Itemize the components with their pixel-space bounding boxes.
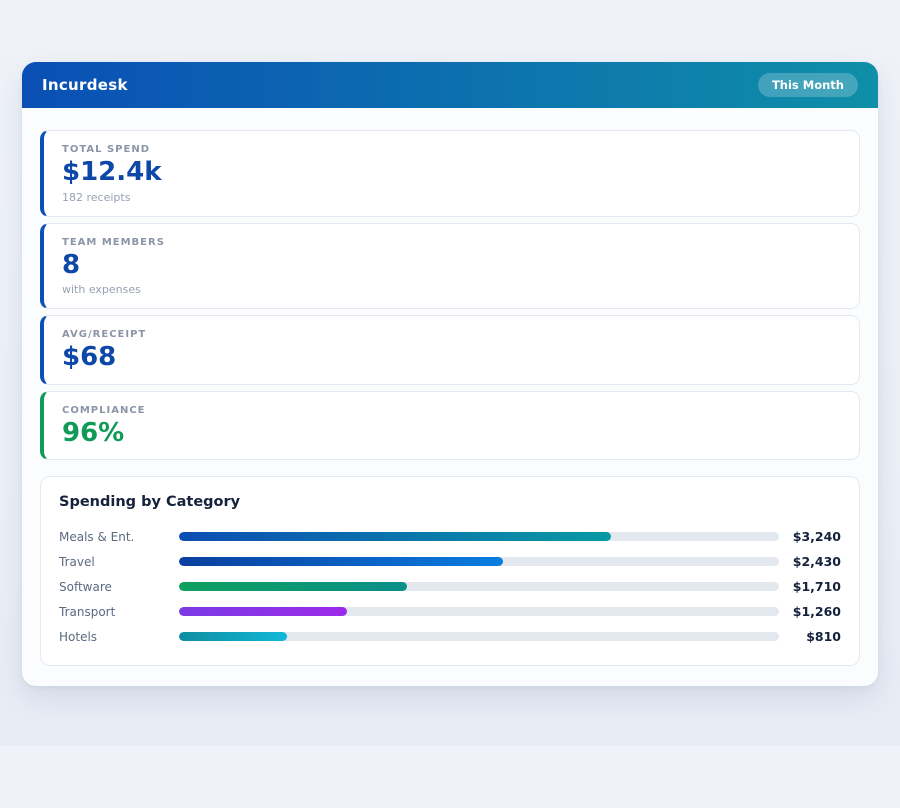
category-value: $3,240 xyxy=(779,529,841,544)
chart-row-travel: Travel $2,430 xyxy=(59,549,841,574)
category-label: Travel xyxy=(59,555,179,569)
stat-label: TOTAL SPEND xyxy=(62,144,841,155)
bar-track xyxy=(179,582,779,591)
stat-label: TEAM MEMBERS xyxy=(62,237,841,248)
app-header: Incurdesk This Month xyxy=(22,62,878,108)
category-label: Hotels xyxy=(59,630,179,644)
chart-row-hotels: Hotels $810 xyxy=(59,624,841,649)
bar-fill xyxy=(179,557,503,566)
stat-value: 96% xyxy=(62,419,841,448)
bar-fill xyxy=(179,582,407,591)
stat-label: COMPLIANCE xyxy=(62,405,841,416)
stat-value: 8 xyxy=(62,251,841,280)
category-value: $1,710 xyxy=(779,579,841,594)
category-label: Software xyxy=(59,580,179,594)
bar-track xyxy=(179,532,779,541)
bar-track xyxy=(179,632,779,641)
dashboard-card: Incurdesk This Month TOTAL SPEND $12.4k … xyxy=(22,62,878,686)
bar-fill xyxy=(179,607,347,616)
bar-fill xyxy=(179,632,287,641)
bar-track xyxy=(179,607,779,616)
stat-value: $68 xyxy=(62,343,841,372)
stat-subtext: with expenses xyxy=(62,283,841,296)
category-value: $810 xyxy=(779,629,841,644)
chart-row-transport: Transport $1,260 xyxy=(59,599,841,624)
stat-card-total-spend: TOTAL SPEND $12.4k 182 receipts xyxy=(40,130,860,217)
stat-subtext: 182 receipts xyxy=(62,191,841,204)
bar-fill xyxy=(179,532,611,541)
period-badge[interactable]: This Month xyxy=(758,73,858,97)
chart-row-software: Software $1,710 xyxy=(59,574,841,599)
stat-label: AVG/RECEIPT xyxy=(62,329,841,340)
stat-value: $12.4k xyxy=(62,158,841,187)
dashboard-body: TOTAL SPEND $12.4k 182 receipts TEAM MEM… xyxy=(22,108,878,686)
app-title: Incurdesk xyxy=(42,76,128,94)
spending-by-category-chart: Spending by Category Meals & Ent. $3,240… xyxy=(40,476,860,666)
bar-track xyxy=(179,557,779,566)
chart-row-meals: Meals & Ent. $3,240 xyxy=(59,524,841,549)
category-label: Meals & Ent. xyxy=(59,530,179,544)
stat-card-compliance: COMPLIANCE 96% xyxy=(40,391,860,461)
category-value: $1,260 xyxy=(779,604,841,619)
category-value: $2,430 xyxy=(779,554,841,569)
stat-card-avg-receipt: AVG/RECEIPT $68 xyxy=(40,315,860,385)
stat-card-team-members: TEAM MEMBERS 8 with expenses xyxy=(40,223,860,310)
chart-title: Spending by Category xyxy=(59,494,841,510)
category-label: Transport xyxy=(59,605,179,619)
